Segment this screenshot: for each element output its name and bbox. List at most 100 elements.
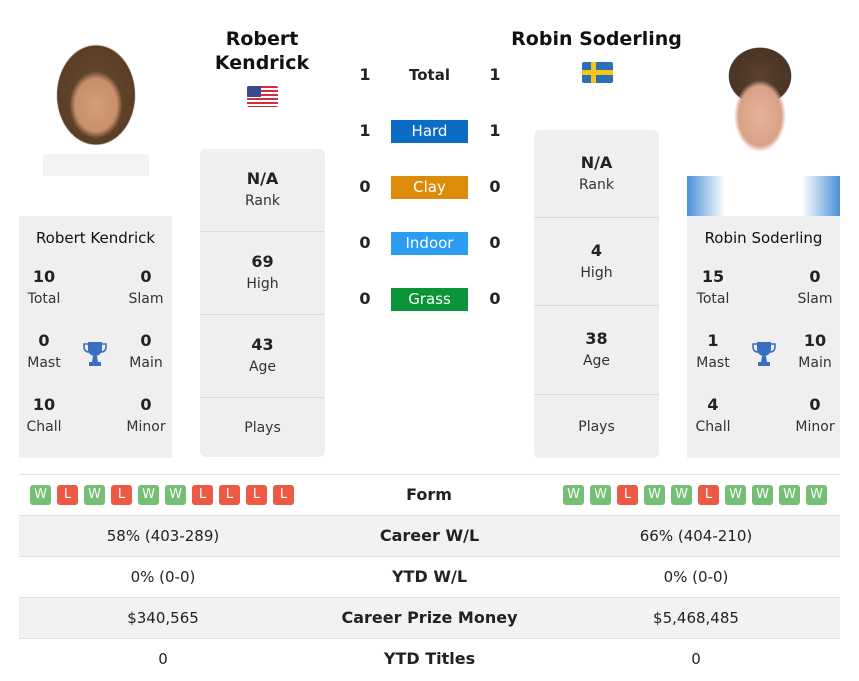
surface-badge-clay[interactable]: Clay: [391, 176, 468, 199]
titles-minor: 0 Minor: [116, 394, 176, 438]
player-right-shirt: [687, 176, 840, 216]
player-right-form: WWLWWLWWWW: [563, 485, 827, 505]
age-value: 43: [251, 335, 274, 354]
rank-value: N/A: [246, 169, 279, 188]
age-label: Age: [248, 359, 277, 375]
h2h-row-clay: 0 Clay 0: [350, 176, 510, 199]
titles-chall-value: 10: [32, 395, 56, 414]
form-badge-win[interactable]: W: [725, 485, 746, 505]
player-left-titles-box: Robert Kendrick 10 Total 0 Slam 0 Mast 0…: [19, 216, 172, 458]
titles-slam-value: 0: [809, 267, 821, 286]
age-value: 38: [585, 329, 608, 348]
plays-label: Plays: [244, 419, 281, 436]
form-badge-win[interactable]: W: [84, 485, 105, 505]
form-badge-win[interactable]: W: [138, 485, 159, 505]
h2h-right-count: 0: [489, 289, 501, 308]
titles-total-label: Total: [696, 291, 730, 307]
form-badge-win[interactable]: W: [806, 485, 827, 505]
stat-row-ytd-titles: 0 YTD Titles 0: [19, 638, 840, 679]
player-right-name-heading[interactable]: Robin Soderling: [500, 27, 693, 51]
titles-main-label: Main: [798, 355, 832, 371]
rank-cell: N/A Rank: [534, 130, 659, 218]
stat-row-career-wl: 58% (403-289) Career W/L 66% (404-210): [19, 515, 840, 556]
plays-cell: Plays: [200, 398, 325, 457]
player-left-first-name: Robert: [225, 28, 299, 50]
titles-main-value: 0: [140, 331, 152, 350]
titles-chall: 10 Chall: [14, 394, 74, 438]
form-badge-loss[interactable]: L: [219, 485, 240, 505]
titles-total-label: Total: [27, 291, 61, 307]
stat-right-value: 0: [691, 650, 701, 668]
form-badge-win[interactable]: W: [752, 485, 773, 505]
form-badge-loss[interactable]: L: [273, 485, 294, 505]
plays-label: Plays: [578, 418, 615, 435]
rank-cell: N/A Rank: [200, 149, 325, 232]
h2h-left-count: 0: [359, 289, 371, 308]
se-flag-icon: [582, 62, 613, 83]
titles-minor-value: 0: [140, 395, 152, 414]
rank-label: Rank: [245, 193, 280, 209]
titles-minor-value: 0: [809, 395, 821, 414]
high-label: High: [246, 276, 279, 292]
titles-mast-label: Mast: [27, 355, 61, 371]
form-badge-win[interactable]: W: [590, 485, 611, 505]
h2h-row-indoor: 0 Indoor 0: [350, 232, 510, 255]
form-badge-win[interactable]: W: [563, 485, 584, 505]
player-left-name-heading[interactable]: Robert Kendrick: [198, 27, 326, 75]
titles-slam: 0 Slam: [785, 266, 845, 310]
form-badge-loss[interactable]: L: [698, 485, 719, 505]
form-badge-win[interactable]: W: [30, 485, 51, 505]
player-left-photo[interactable]: [43, 33, 149, 176]
surface-badge-grass[interactable]: Grass: [391, 288, 468, 311]
high-cell: 69 High: [200, 232, 325, 315]
player-right-titles-box: Robin Soderling 15 Total 0 Slam 1 Mast 1…: [687, 216, 840, 458]
stat-label: Career Prize Money: [341, 608, 518, 627]
stat-label: YTD Titles: [383, 649, 476, 668]
titles-mast: 1 Mast: [683, 330, 743, 374]
titles-mast-label: Mast: [696, 355, 730, 371]
h2h-row-hard: 1 Hard 1: [350, 120, 510, 143]
titles-main-value: 10: [803, 331, 827, 350]
stat-left-value: 0: [158, 650, 168, 668]
form-badge-loss[interactable]: L: [57, 485, 78, 505]
player-left-rank-box: N/A Rank 69 High 43 Age Plays: [200, 149, 325, 457]
titles-mast-value: 1: [707, 331, 719, 350]
stat-label: Career W/L: [379, 526, 480, 545]
high-cell: 4 High: [534, 218, 659, 306]
form-badge-win[interactable]: W: [644, 485, 665, 505]
form-badge-loss[interactable]: L: [192, 485, 213, 505]
h2h-right-count: 0: [489, 233, 501, 252]
form-badge-loss[interactable]: L: [617, 485, 638, 505]
form-badge-win[interactable]: W: [671, 485, 692, 505]
form-badge-win[interactable]: W: [779, 485, 800, 505]
player-right-photo[interactable]: [687, 16, 840, 216]
titles-total: 10 Total: [14, 266, 74, 310]
player-left-name[interactable]: Robert Kendrick: [19, 228, 172, 248]
surface-badge-hard[interactable]: Hard: [391, 120, 468, 143]
titles-total-value: 15: [701, 267, 725, 286]
form-badge-win[interactable]: W: [165, 485, 186, 505]
titles-main: 10 Main: [785, 330, 845, 374]
stat-right-value: $5,468,485: [653, 609, 739, 627]
high-value: 4: [590, 240, 603, 260]
stat-left-value: $340,565: [127, 609, 199, 627]
stat-left-value: 0% (0-0): [130, 568, 196, 586]
stat-right-value: 66% (404-210): [639, 527, 753, 545]
player-left-shirt: [43, 154, 149, 176]
player-right-face: [715, 36, 805, 176]
h2h-right-count: 0: [489, 177, 501, 196]
titles-mast: 0 Mast: [14, 330, 74, 374]
form-badge-loss[interactable]: L: [246, 485, 267, 505]
titles-chall-label: Chall: [695, 419, 731, 435]
titles-minor: 0 Minor: [785, 394, 845, 438]
titles-minor-label: Minor: [795, 419, 835, 435]
form-row: WLWLWWLLLL Form WWLWWLWWWW: [19, 476, 840, 514]
rank-label: Rank: [579, 176, 614, 193]
player-right-name[interactable]: Robin Soderling: [687, 228, 840, 248]
titles-chall-label: Chall: [26, 419, 62, 435]
surface-badge-indoor[interactable]: Indoor: [391, 232, 468, 255]
form-badge-loss[interactable]: L: [111, 485, 132, 505]
h2h-left-count: 0: [359, 233, 371, 252]
plays-cell: Plays: [534, 395, 659, 458]
titles-slam-value: 0: [140, 267, 152, 286]
